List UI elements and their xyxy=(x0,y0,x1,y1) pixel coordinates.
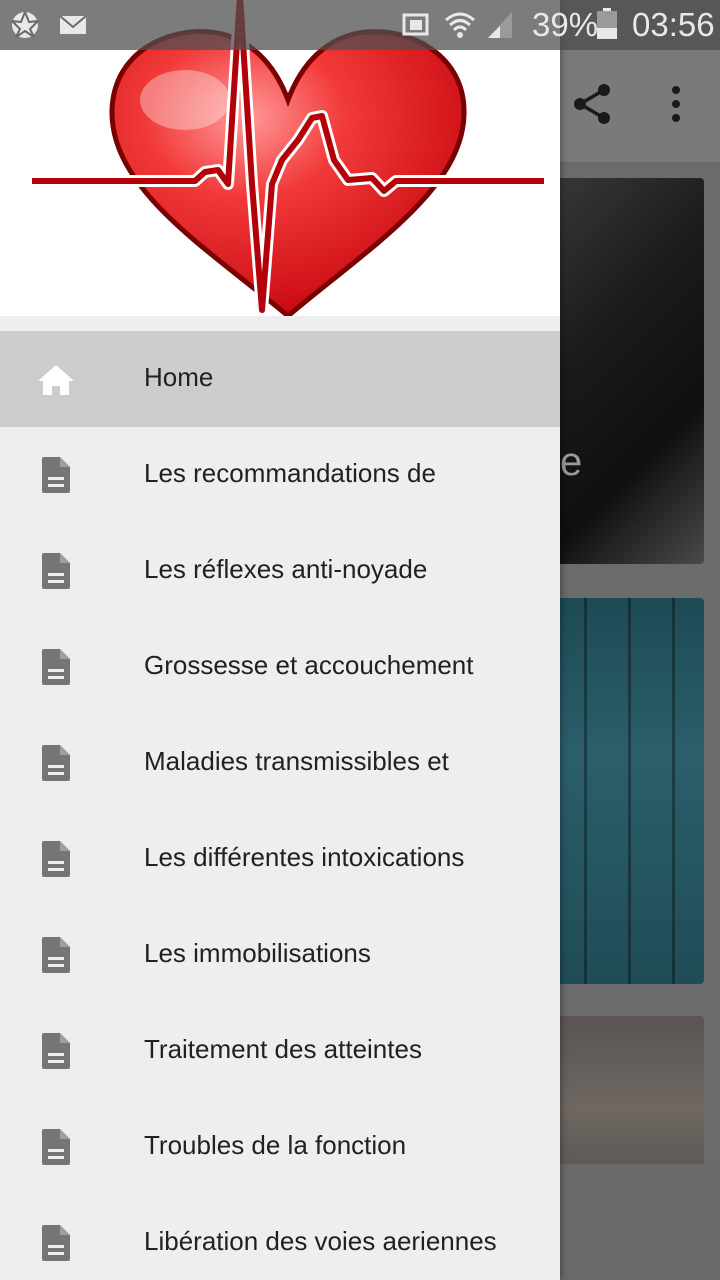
nav-item-label: Les différentes intoxications xyxy=(144,842,465,872)
nav-item-immobilisations[interactable]: Les immobilisations xyxy=(0,907,560,1003)
navigation-drawer: Home Les recommandations de Les réflexes… xyxy=(0,0,560,1280)
status-bar: 39% 03:56 xyxy=(0,0,720,50)
nav-item-label: Troubles de la fonction xyxy=(144,1130,407,1160)
battery-percent: 39% xyxy=(532,6,599,43)
nav-item-traitement[interactable]: Traitement des atteintes xyxy=(0,1003,560,1099)
document-icon xyxy=(42,1225,70,1261)
document-icon xyxy=(42,841,70,877)
document-icon xyxy=(42,745,70,781)
document-icon xyxy=(42,649,70,685)
document-icon xyxy=(42,937,70,973)
nav-item-label: Home xyxy=(144,362,214,392)
card-title-fragment: e xyxy=(560,440,583,484)
nav-item-label: Les immobilisations xyxy=(144,938,371,968)
mail-icon xyxy=(59,15,87,34)
nav-item-grossesse[interactable]: Grossesse et accouchement xyxy=(0,619,560,715)
nav-item-reflexes-anti-noyade[interactable]: Les réflexes anti-noyade xyxy=(0,523,560,619)
cast-icon xyxy=(402,13,429,36)
more-vert-icon[interactable] xyxy=(652,80,700,128)
nav-item-recommandations[interactable]: Les recommandations de xyxy=(0,427,560,523)
home-icon xyxy=(38,365,74,395)
header-divider xyxy=(0,316,560,330)
article-card[interactable]: e xyxy=(540,178,704,564)
nav-item-label: Grossesse et accouchement xyxy=(144,650,474,680)
nav-item-label: Libération des voies aeriennes xyxy=(144,1226,497,1256)
nav-item-troubles[interactable]: Troubles de la fonction xyxy=(0,1099,560,1195)
aperture-icon xyxy=(11,11,39,38)
clock: 03:56 xyxy=(632,6,715,43)
article-card[interactable] xyxy=(540,1016,704,1166)
document-icon xyxy=(42,1129,70,1165)
signal-icon xyxy=(488,12,512,38)
document-icon xyxy=(42,1033,70,1069)
wifi-icon xyxy=(445,12,475,38)
nav-item-label: Maladies transmissibles et xyxy=(144,746,449,776)
nav-item-liberation[interactable]: Libération des voies aeriennes xyxy=(0,1195,560,1280)
nav-item-label: Les recommandations de xyxy=(144,458,436,488)
battery-icon xyxy=(597,8,617,39)
nav-list: Home Les recommandations de Les réflexes… xyxy=(0,331,560,1280)
nav-item-label: Traitement des atteintes xyxy=(144,1034,422,1064)
share-icon[interactable] xyxy=(568,80,616,128)
document-icon xyxy=(42,457,70,493)
nav-item-intoxications[interactable]: Les différentes intoxications xyxy=(0,811,560,907)
document-icon xyxy=(42,553,70,589)
nav-item-home[interactable]: Home xyxy=(0,331,560,427)
article-card[interactable] xyxy=(540,598,704,984)
nav-item-label: Les réflexes anti-noyade xyxy=(144,554,428,584)
nav-item-maladies[interactable]: Maladies transmissibles et xyxy=(0,715,560,811)
